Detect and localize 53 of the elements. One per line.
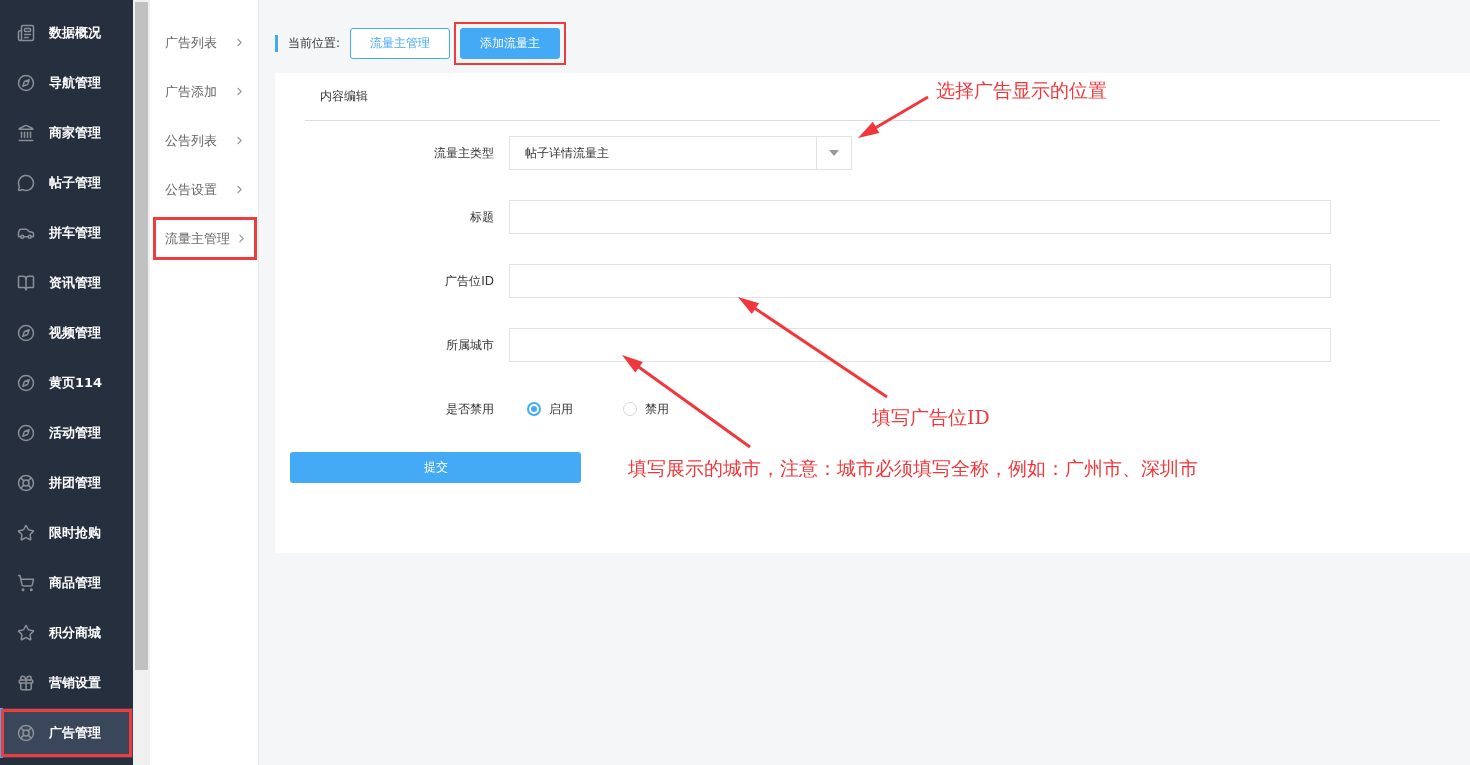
sidebar-item[interactable]: 黄页114 xyxy=(0,358,133,408)
sidebar-icon xyxy=(17,724,35,742)
field-label: 标题 xyxy=(469,208,495,226)
breadcrumb-label: 当前位置: xyxy=(275,34,341,52)
input-field[interactable] xyxy=(509,200,1331,234)
sidebar-item[interactable]: 营销设置 xyxy=(0,658,133,708)
submenu-item[interactable]: 公告设置 xyxy=(150,165,258,214)
arrow xyxy=(858,95,929,138)
sidebar-item[interactable]: 数据概况 xyxy=(0,8,133,58)
sidebar-item[interactable]: 拼团管理 xyxy=(0,458,133,508)
sidebar-icon xyxy=(17,24,35,42)
sidebar-icon xyxy=(17,324,35,342)
input-field[interactable] xyxy=(509,264,1331,298)
sidebar-item[interactable]: 资讯管理 xyxy=(0,258,133,308)
sidebar-item[interactable]: 视频管理 xyxy=(0,308,133,358)
sidebar-item[interactable]: 导航管理 xyxy=(0,58,133,108)
sidebar-icon xyxy=(17,424,35,442)
sidebar-icon xyxy=(17,674,35,692)
sidebar-icon xyxy=(17,374,35,392)
submenu-item[interactable]: 广告列表 xyxy=(150,18,258,67)
input-field[interactable] xyxy=(509,328,1331,362)
submenu-item[interactable]: 公告列表 xyxy=(150,116,258,165)
sidebar-item[interactable]: 帖子管理 xyxy=(0,158,133,208)
sidebar-item[interactable]: 商品管理 xyxy=(0,558,133,608)
sidebar-item[interactable]: 限时抢购 xyxy=(0,508,133,558)
sidebar-icon xyxy=(17,74,35,92)
field-label: 是否禁用 xyxy=(445,400,495,418)
sidebar-item[interactable]: 活动管理 xyxy=(0,408,133,458)
sidebar-icon xyxy=(17,624,35,642)
sidebar-icon xyxy=(17,274,35,292)
scrollbar[interactable] xyxy=(133,0,150,765)
sidebar-item[interactable]: 积分商城 xyxy=(0,608,133,658)
submenu-item[interactable]: 广告添加 xyxy=(150,67,258,116)
sidebar-item[interactable]: 广告管理 xyxy=(0,708,133,758)
sidebar-icon xyxy=(17,474,35,492)
sidebar-icon xyxy=(17,524,35,542)
field-label: 广告位ID xyxy=(444,272,495,290)
caret-icon xyxy=(829,150,839,156)
sidebar-icon xyxy=(17,574,35,592)
radio-option[interactable]: 禁用 xyxy=(623,400,669,418)
radio-option[interactable]: 启用 xyxy=(527,400,573,418)
type-select[interactable]: 帖子详情流量主 xyxy=(509,136,852,170)
annotation-text: 填写广告位ID xyxy=(872,405,990,430)
annotation-text: 选择广告显示的位置 xyxy=(936,78,1107,103)
field-label: 流量主类型 xyxy=(433,144,495,162)
sidebar-item[interactable]: 商家管理 xyxy=(0,108,133,158)
submenu-item[interactable]: 流量主管理 xyxy=(150,214,260,263)
field-label: 所属城市 xyxy=(445,336,495,354)
sidebar-icon xyxy=(17,174,35,192)
section-title: 内容编辑 xyxy=(320,88,368,105)
sidebar-icon xyxy=(17,124,35,142)
annotation-text: 填写展示的城市，注意：城市必须填写全称，例如：广州市、深圳市 xyxy=(628,456,1198,481)
sidebar-item[interactable]: 拼车管理 xyxy=(0,208,133,258)
